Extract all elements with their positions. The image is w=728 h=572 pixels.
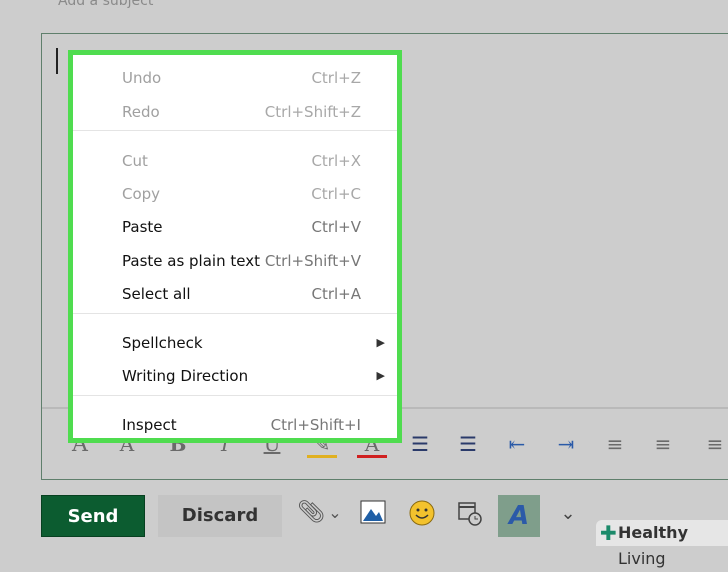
menu-shortcut: Ctrl+Shift+I	[270, 416, 361, 434]
menu-item-select-all[interactable]: Select all Ctrl+A	[73, 279, 397, 309]
numbering-icon[interactable]: ☰	[453, 432, 483, 456]
menu-item-copy[interactable]: Copy Ctrl+C	[73, 179, 397, 209]
send-button[interactable]: Send	[41, 495, 145, 537]
context-menu: Undo Ctrl+Z Redo Ctrl+Shift+Z Cut Ctrl+X Co…	[68, 50, 402, 443]
schedule-calendar-icon[interactable]	[455, 500, 485, 532]
outdent-icon[interactable]: ⇤	[502, 432, 532, 456]
menu-label: Paste	[122, 218, 163, 236]
menu-item-inspect[interactable]: Inspect Ctrl+Shift+I	[73, 410, 397, 440]
menu-label: Undo	[122, 69, 162, 87]
align-center-icon[interactable]: ≡	[648, 432, 678, 456]
menu-item-redo[interactable]: Redo Ctrl+Shift+Z	[73, 97, 397, 127]
emoji-icon[interactable]	[407, 500, 437, 532]
menu-shortcut: Ctrl+Z	[311, 69, 361, 87]
menu-label: Cut	[122, 152, 148, 170]
watermark-logo: ✚ Healthy Living	[596, 520, 728, 568]
menu-label: Paste as plain text	[122, 252, 260, 270]
menu-label: Inspect	[122, 416, 177, 434]
chevron-down-icon[interactable]: ⌄	[320, 503, 350, 522]
menu-shortcut: Ctrl+X	[311, 152, 361, 170]
menu-shortcut: Ctrl+C	[311, 185, 361, 203]
menu-label: Writing Direction	[122, 367, 249, 385]
menu-label: Redo	[122, 103, 160, 121]
format-text-button[interactable]: A	[498, 495, 540, 537]
plus-icon: ✚	[600, 521, 617, 545]
menu-shortcut: Ctrl+V	[311, 218, 361, 236]
image-icon[interactable]	[358, 500, 388, 530]
bullets-icon[interactable]: ☰	[405, 432, 435, 456]
align-right-icon[interactable]: ≡	[700, 432, 728, 456]
menu-shortcut: Ctrl+Shift+Z	[264, 103, 361, 121]
menu-item-spellcheck[interactable]: Spellcheck ▶	[73, 328, 397, 358]
menu-shortcut: Ctrl+Shift+V	[264, 252, 361, 270]
menu-separator	[73, 130, 397, 131]
menu-label: Select all	[122, 285, 191, 303]
discard-button[interactable]: Discard	[158, 495, 282, 537]
menu-shortcut: Ctrl+A	[311, 285, 361, 303]
indent-icon[interactable]: ⇥	[551, 432, 581, 456]
menu-label: Spellcheck	[122, 334, 203, 352]
menu-item-paste-plain[interactable]: Paste as plain text Ctrl+Shift+V	[73, 246, 397, 276]
menu-label: Copy	[122, 185, 161, 203]
text-caret	[56, 48, 58, 74]
submenu-arrow-icon: ▶	[376, 336, 385, 349]
menu-item-writing-direction[interactable]: Writing Direction ▶	[73, 361, 397, 391]
more-options-chevron-icon[interactable]: ⌄	[553, 503, 583, 524]
align-left-icon[interactable]: ≡	[600, 432, 630, 456]
menu-separator	[73, 395, 397, 396]
menu-item-cut[interactable]: Cut Ctrl+X	[73, 146, 397, 176]
menu-item-paste[interactable]: Paste Ctrl+V	[73, 212, 397, 242]
submenu-arrow-icon: ▶	[376, 369, 385, 382]
subject-input[interactable]: Add a subject	[58, 0, 153, 9]
menu-item-undo[interactable]: Undo Ctrl+Z	[73, 63, 397, 93]
menu-separator	[73, 313, 397, 314]
